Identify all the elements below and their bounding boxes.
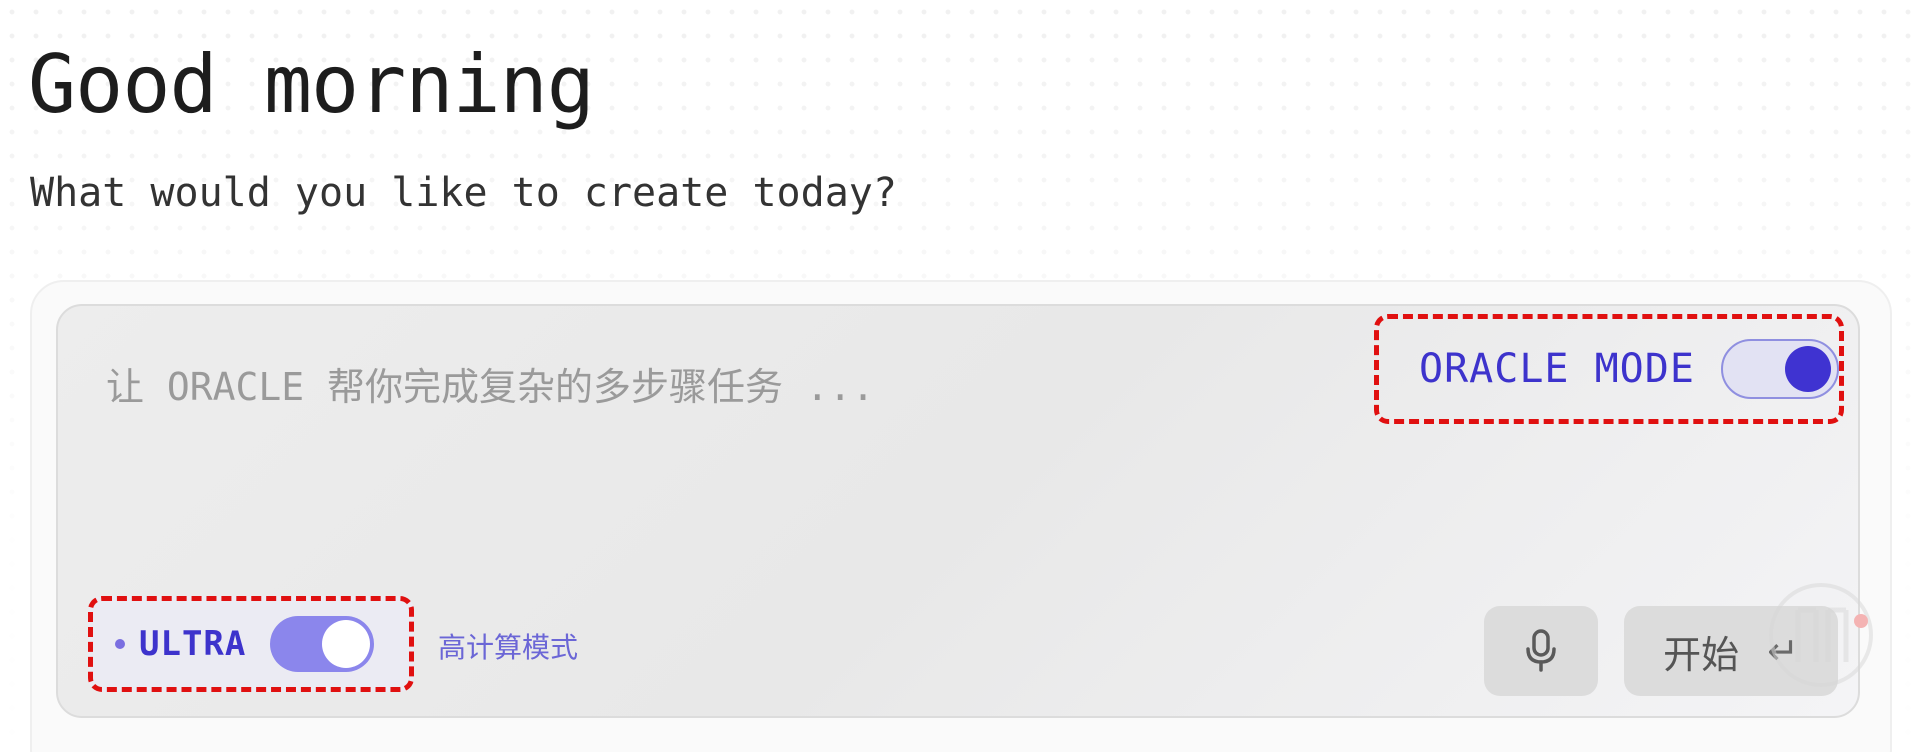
oracle-mode-toggle-knob [1784, 346, 1831, 392]
ultra-toggle[interactable] [270, 616, 375, 672]
prompt-placeholder[interactable]: 让 ORACLE 帮你完成复杂的多步骤任务 ... [106, 356, 875, 411]
ultra-toggle-knob [322, 620, 371, 668]
ultra-description: 高计算模式 [438, 631, 579, 664]
microphone-icon [1526, 629, 1556, 672]
ultra-toggle-group: ULTRA [88, 596, 414, 692]
microphone-button[interactable] [1484, 606, 1598, 696]
oracle-mode-label: ORACLE MODE [1419, 346, 1695, 392]
oracle-mode-toggle[interactable] [1720, 339, 1839, 399]
greeting-subtitle: What would you like to create today? [30, 170, 897, 216]
start-button-label: 开始 [1663, 632, 1740, 677]
oracle-mode-toggle-group: ORACLE MODE [1374, 314, 1844, 424]
notification-dot [1854, 614, 1868, 628]
greeting-title: Good morning [28, 38, 595, 131]
watermark-logo [1769, 583, 1873, 687]
ultra-status-dot [115, 639, 125, 649]
prompt-input-card[interactable]: 让 ORACLE 帮你完成复杂的多步骤任务 ... ORACLE MODE UL… [56, 304, 1860, 718]
ultra-label: ULTRA [139, 624, 247, 664]
